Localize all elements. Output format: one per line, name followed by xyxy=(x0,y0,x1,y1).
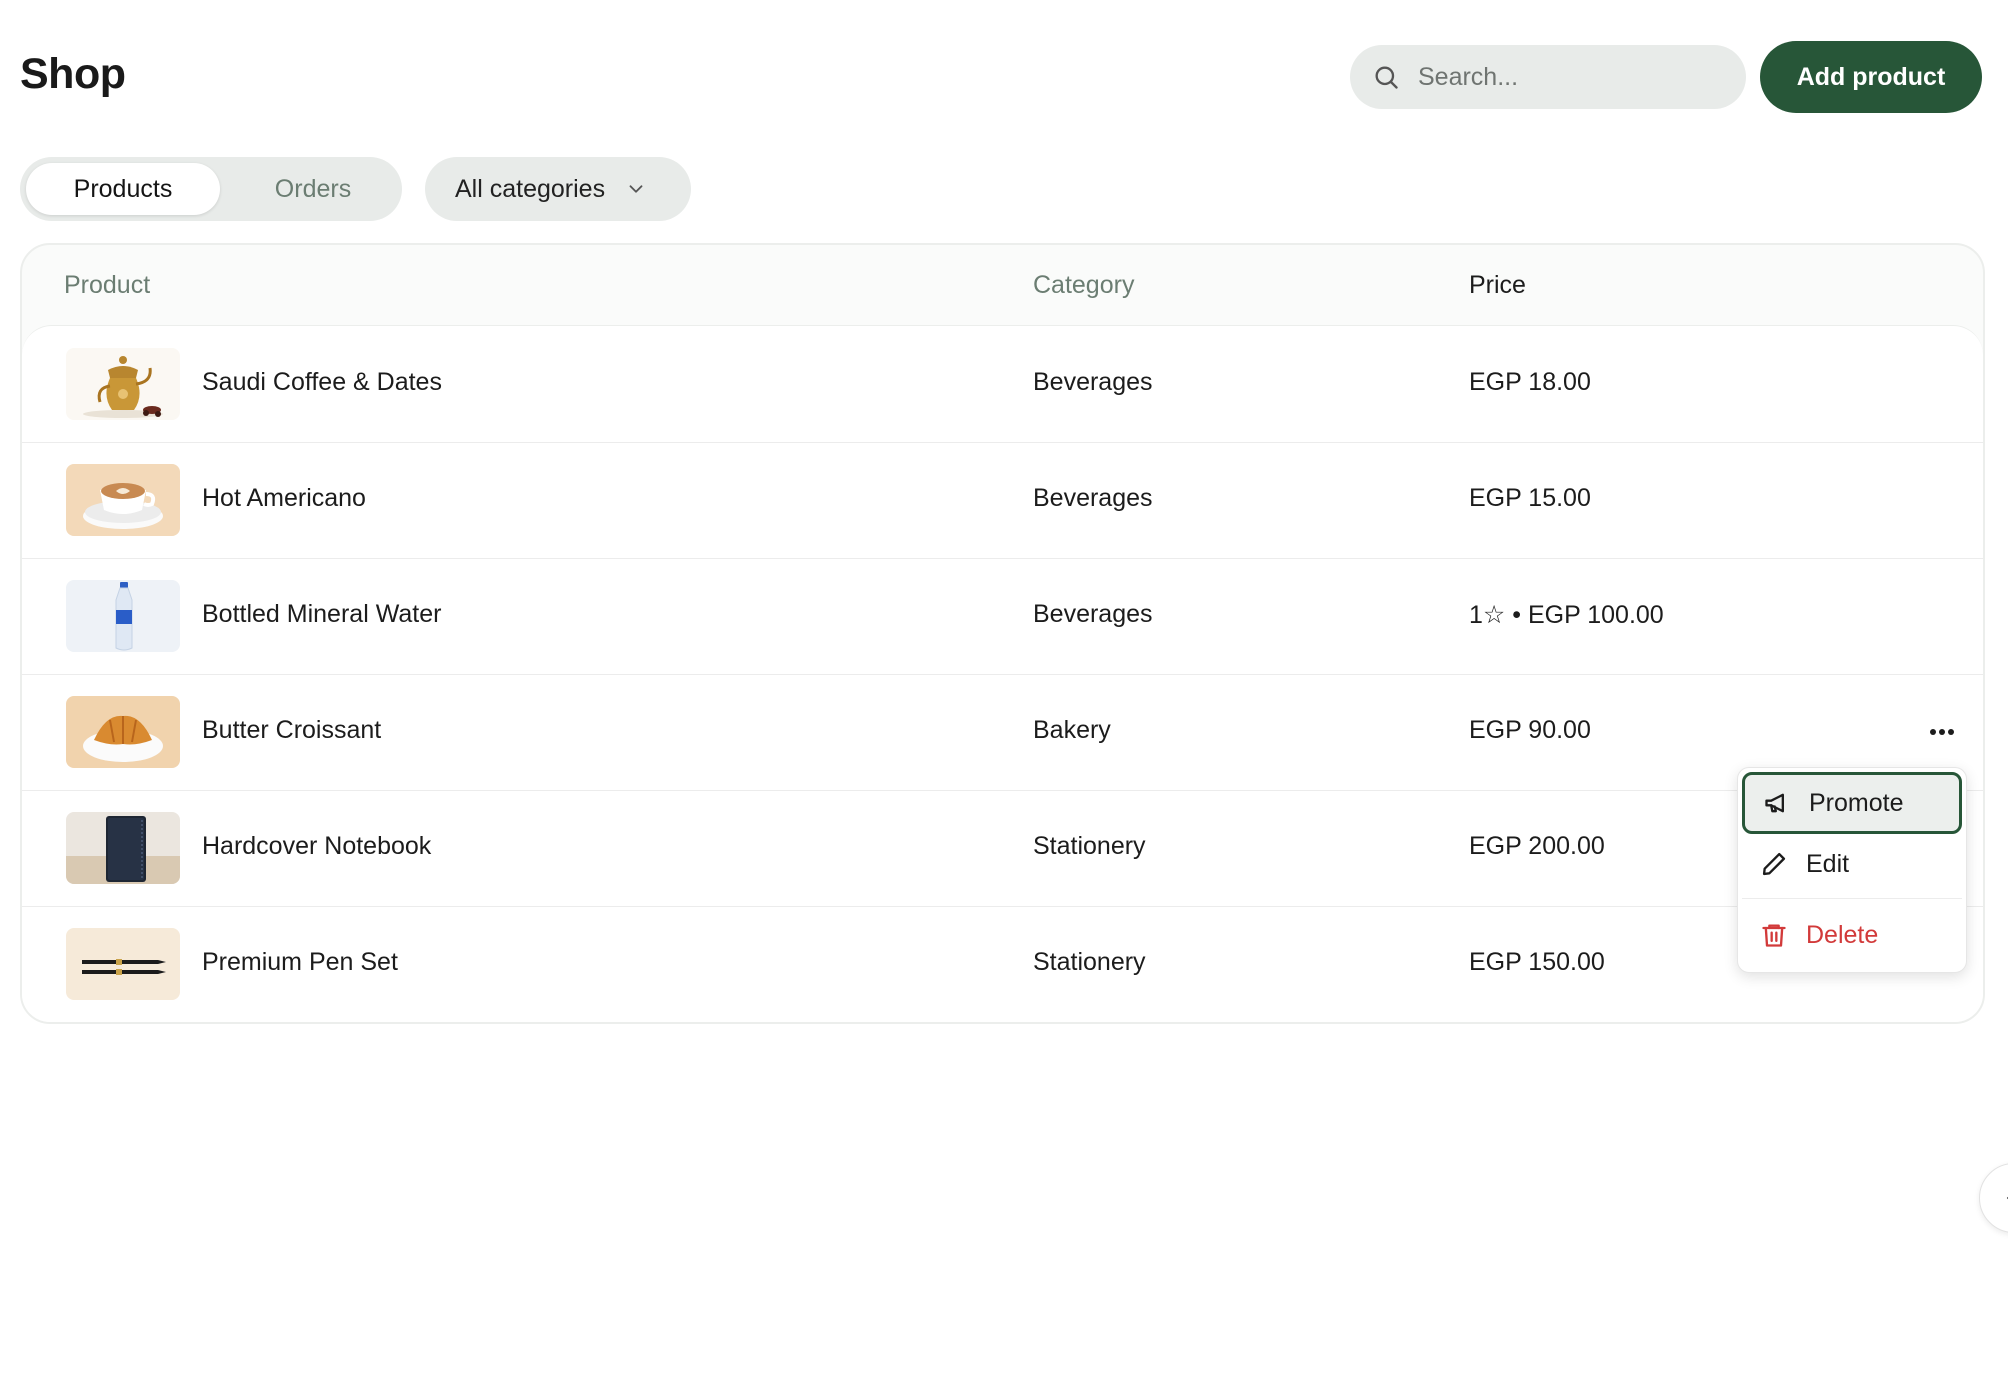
product-category: Bakery xyxy=(1033,716,1111,744)
product-name: Premium Pen Set xyxy=(202,948,398,976)
table-row[interactable]: Saudi Coffee & Dates Beverages EGP 18.00 xyxy=(22,326,1983,443)
table-header: Product Category Price xyxy=(22,245,1983,325)
page-title: Shop xyxy=(20,50,126,98)
row-actions-button[interactable] xyxy=(1922,712,1962,752)
view-tabs: Products Orders xyxy=(20,157,402,221)
trash-icon xyxy=(1762,924,1786,947)
product-name: Butter Croissant xyxy=(202,716,382,744)
search-icon xyxy=(1375,66,1398,89)
product-category: Beverages xyxy=(1033,484,1153,512)
latte-cup-image xyxy=(66,464,180,536)
table-row[interactable]: Butter Croissant Bakery EGP 90.00 xyxy=(22,674,1983,791)
product-name: Bottled Mineral Water xyxy=(202,600,442,628)
menu-divider xyxy=(1742,898,1962,899)
chevron-down-icon xyxy=(629,185,643,193)
product-price: EGP 150.00 xyxy=(1469,948,1605,976)
product-category: Stationery xyxy=(1033,832,1146,860)
product-price: EGP 18.00 xyxy=(1469,368,1591,396)
row-actions-menu: Promote Edit Delete xyxy=(1737,767,1967,973)
products-table: Product Category Price Saudi Coffee & Da… xyxy=(20,243,1985,1024)
product-name: Saudi Coffee & Dates xyxy=(202,368,442,396)
product-name: Hot Americano xyxy=(202,484,366,512)
table-row[interactable]: Bottled Mineral Water Beverages 1☆ • EGP… xyxy=(22,558,1983,675)
tab-products[interactable]: Products xyxy=(26,163,220,215)
product-price: EGP 15.00 xyxy=(1469,484,1591,512)
side-panel-toggle[interactable] xyxy=(1979,1163,2008,1233)
megaphone-icon xyxy=(1765,793,1784,813)
table-row[interactable]: Hardcover Notebook Stationery EGP 200.00 xyxy=(22,790,1983,907)
notebook-image xyxy=(66,812,180,884)
product-category: Beverages xyxy=(1033,600,1153,628)
menu-item-promote-label: Promote xyxy=(1809,788,1904,817)
column-header-product: Product xyxy=(64,271,151,299)
chevron-left-icon xyxy=(2006,1196,2008,1200)
column-header-category: Category xyxy=(1033,271,1135,299)
coffee-pot-image xyxy=(66,348,180,420)
table-row[interactable]: Hot Americano Beverages EGP 15.00 xyxy=(22,442,1983,559)
menu-item-delete[interactable]: Delete xyxy=(1742,904,1962,966)
more-horizontal-icon xyxy=(1930,729,1954,735)
tab-orders[interactable]: Orders xyxy=(238,163,388,215)
category-dropdown[interactable]: All categories xyxy=(425,157,691,221)
add-product-button[interactable]: Add product xyxy=(1760,41,1982,113)
pen-set-image xyxy=(66,928,180,1000)
pencil-icon xyxy=(1762,852,1786,876)
croissant-image xyxy=(66,696,180,768)
product-name: Hardcover Notebook xyxy=(202,832,432,860)
search-box[interactable] xyxy=(1350,45,1746,109)
table-row[interactable]: Premium Pen Set Stationery EGP 150.00 xyxy=(22,906,1983,1022)
column-header-price: Price xyxy=(1469,271,1526,299)
table-body: Saudi Coffee & Dates Beverages EGP 18.00 xyxy=(22,325,1983,1022)
product-price: EGP 200.00 xyxy=(1469,832,1605,860)
menu-item-delete-label: Delete xyxy=(1806,920,1879,949)
product-price: 1☆ • EGP 100.00 xyxy=(1469,601,1664,629)
product-price: EGP 90.00 xyxy=(1469,716,1591,744)
menu-item-edit-label: Edit xyxy=(1806,849,1850,878)
menu-item-promote[interactable]: Promote xyxy=(1742,772,1962,834)
search-input[interactable] xyxy=(1416,61,1720,93)
category-dropdown-value: All categories xyxy=(455,174,606,203)
menu-item-edit[interactable]: Edit xyxy=(1742,834,1962,894)
water-bottle-image xyxy=(66,580,180,652)
shop-page: Shop Add product Products Orders All cat… xyxy=(0,0,2008,1394)
product-category: Beverages xyxy=(1033,368,1153,396)
product-category: Stationery xyxy=(1033,948,1146,976)
